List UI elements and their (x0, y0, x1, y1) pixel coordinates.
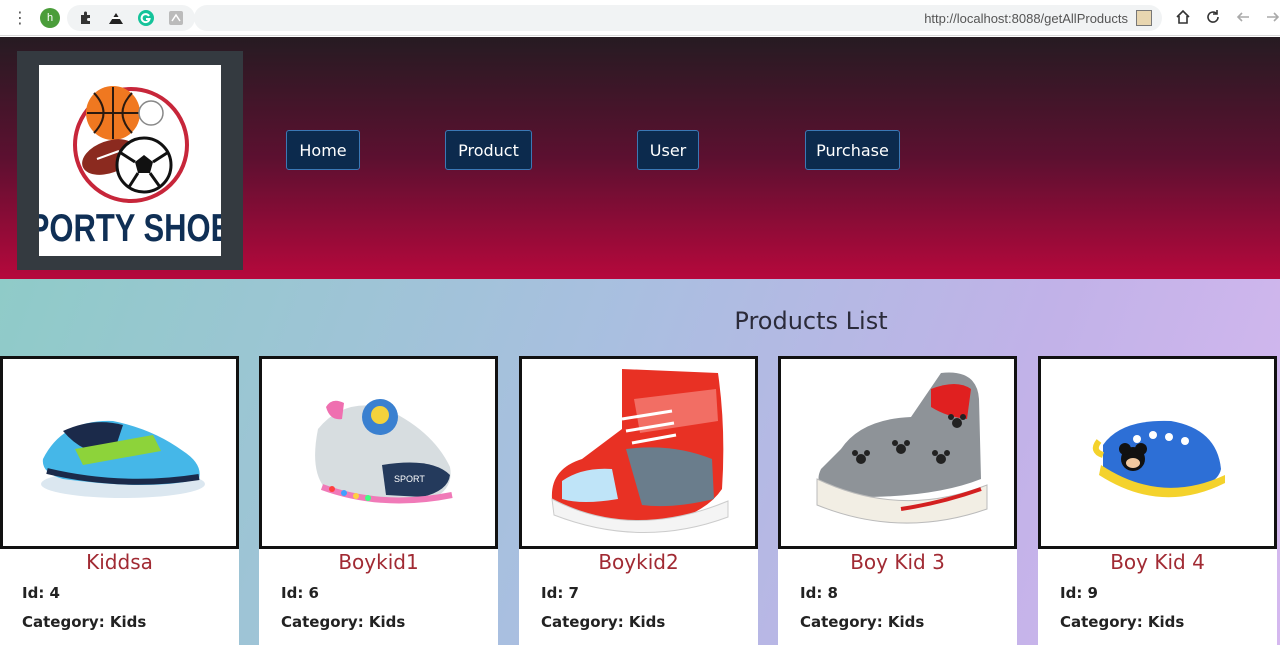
product-id: Id: 4 (22, 584, 60, 602)
product-image[interactable] (778, 356, 1017, 549)
product-category: Category: Kids (541, 613, 666, 631)
sporty-shoes-logo[interactable]: SPORTY SHOES (39, 65, 221, 256)
product-image[interactable]: SPORT (259, 356, 498, 549)
products-section: Products List Kiddsa Id: 4 Category: Kid… (0, 279, 1280, 645)
puzzle-icon[interactable] (75, 7, 97, 29)
product-image[interactable] (519, 356, 758, 549)
back-arrow-icon[interactable] (1232, 6, 1254, 28)
logo-frame: SPORTY SHOES (17, 51, 243, 270)
product-name[interactable]: Kiddsa (0, 550, 239, 574)
extensions-area: h (39, 4, 195, 31)
product-name[interactable]: Boy Kid 4 (1038, 550, 1277, 574)
product-category: Category: Kids (800, 613, 925, 631)
browser-toolbar: ⋮ h http://localhost:8088/getAllProducts (0, 0, 1280, 36)
nav-home-button[interactable]: Home (286, 130, 360, 170)
address-bar[interactable]: http://localhost:8088/getAllProducts (194, 5, 1162, 31)
home-icon[interactable] (1172, 6, 1194, 28)
product-name[interactable]: Boykid1 (259, 550, 498, 574)
forward-arrow-icon[interactable] (1262, 6, 1280, 28)
profile-avatar[interactable]: h (39, 7, 61, 29)
product-category: Category: Kids (22, 613, 147, 631)
product-image[interactable] (0, 356, 239, 549)
product-name[interactable]: Boykid2 (519, 550, 758, 574)
reload-icon[interactable] (1202, 6, 1224, 28)
nav-product-button[interactable]: Product (445, 130, 532, 170)
product-id: Id: 9 (1060, 584, 1098, 602)
product-id: Id: 6 (281, 584, 319, 602)
image-extension-icon[interactable] (1136, 10, 1152, 26)
product-category: Category: Kids (281, 613, 406, 631)
product-card[interactable]: Kiddsa Id: 4 Category: Kids (0, 356, 239, 645)
product-card[interactable]: Boy Kid 4 Id: 9 Category: Kids (1038, 356, 1277, 645)
page-title: Products List (734, 307, 888, 335)
extensions-pill (67, 4, 195, 31)
product-name[interactable]: Boy Kid 3 (778, 550, 1017, 574)
nav-user-button[interactable]: User (637, 130, 699, 170)
ninja-extension-icon[interactable] (105, 7, 127, 29)
more-menu-icon[interactable]: ⋮ (11, 9, 29, 26)
grammarly-icon[interactable] (135, 7, 157, 29)
browser-nav-icons (1172, 6, 1280, 28)
site-header: SPORTY SHOES Home Product User Purchase (0, 37, 1280, 279)
nav-purchase-button[interactable]: Purchase (805, 130, 900, 170)
product-category: Category: Kids (1060, 613, 1185, 631)
product-id: Id: 7 (541, 584, 579, 602)
logo-text: SPORTY SHOES (39, 207, 221, 250)
pdf-extension-icon[interactable] (165, 7, 187, 29)
product-card[interactable]: Boy Kid 3 Id: 8 Category: Kids (778, 356, 1017, 645)
url-text: http://localhost:8088/getAllProducts (924, 10, 1128, 26)
product-id: Id: 8 (800, 584, 838, 602)
avatar-letter: h (40, 7, 60, 28)
product-image[interactable] (1038, 356, 1277, 549)
product-card[interactable]: Boykid2 Id: 7 Category: Kids (519, 356, 758, 645)
product-card[interactable]: SPORT Boykid1 Id: 6 Category: Kids (259, 356, 498, 645)
svg-text:SPORT: SPORT (394, 474, 425, 484)
